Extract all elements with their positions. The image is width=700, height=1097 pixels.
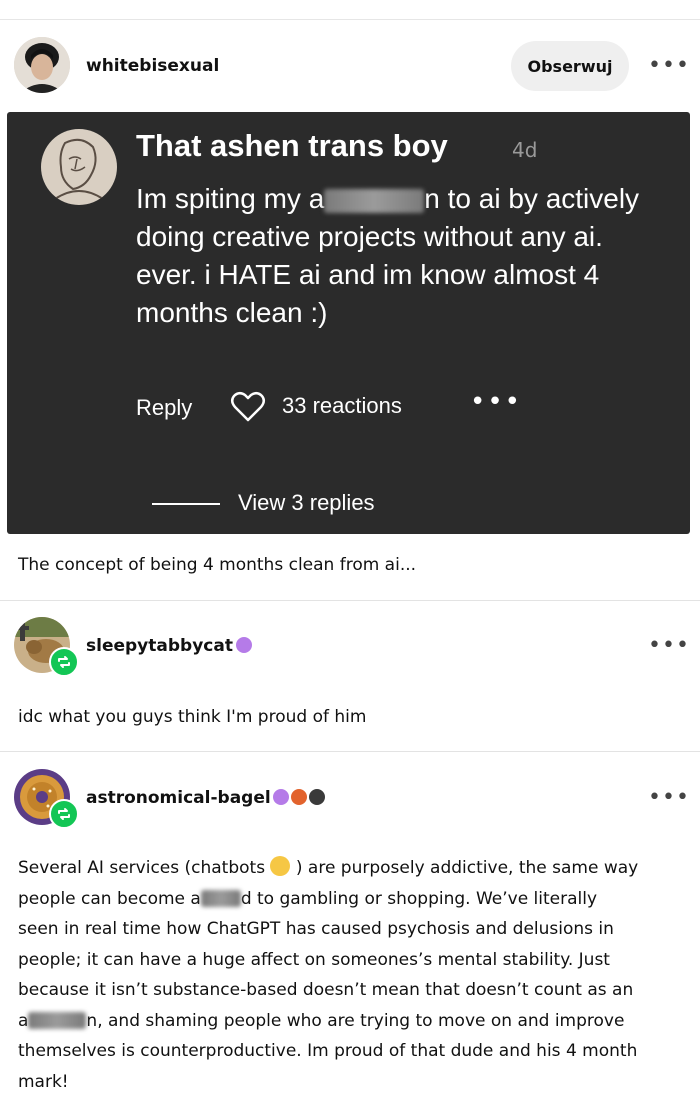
badge-icon: [236, 637, 252, 653]
heart-icon: [230, 391, 266, 427]
reblog-icon: [49, 647, 79, 677]
reblog-username[interactable]: astronomical-bagel: [86, 788, 271, 808]
text-line: a: [18, 1011, 28, 1031]
reblog-divider: [0, 751, 700, 752]
text-line: seen in real time how ChatGPT has caused…: [18, 914, 688, 945]
text-line: n, and shaming people who are trying to …: [86, 1011, 624, 1031]
card-text-part1: Im spiting my a: [136, 183, 324, 214]
text-line: mark!: [18, 1067, 688, 1097]
badge-icon: [291, 789, 307, 805]
badge-icon: [309, 789, 325, 805]
user-badges: [236, 637, 252, 653]
text-line: themselves is counterproductive. Im prou…: [18, 1036, 688, 1067]
text-line: d to gambling or shopping. We’ve literal…: [241, 889, 597, 909]
badge-icon: [273, 789, 289, 805]
text-line: people; it can have a huge affect on som…: [18, 945, 688, 976]
user-badges: [273, 789, 325, 805]
top-divider: [0, 19, 700, 20]
card-post-text: Im spiting my an to ai by actively doing…: [136, 180, 656, 332]
card-view-replies: View 3 replies: [238, 490, 375, 516]
censored-word-blur: [324, 189, 424, 213]
censored-word-blur: [28, 1012, 86, 1029]
text-line: Several AI services (chatbots: [18, 858, 265, 878]
text-line: ) are purposely addictive, the same way: [296, 858, 638, 878]
post-username[interactable]: whitebisexual: [86, 56, 219, 76]
card-reply-label: Reply: [136, 395, 192, 421]
flushed-emoji-icon: [270, 856, 290, 876]
card-replies-line: [152, 503, 220, 505]
reblog-more-icon[interactable]: •••: [648, 641, 690, 651]
reblog-divider: [0, 600, 700, 601]
reblog-text: idc what you guys think I'm proud of him: [18, 702, 366, 733]
text-line: people can become a: [18, 889, 201, 909]
follow-button[interactable]: Obserwuj: [511, 41, 629, 91]
avatar-whitebisexual[interactable]: [14, 37, 70, 93]
card-reactions-count: 33 reactions: [282, 393, 402, 419]
post-more-icon[interactable]: •••: [648, 61, 690, 71]
card-more-icon: •••: [470, 392, 522, 412]
post-caption: The concept of being 4 months clean from…: [18, 555, 416, 575]
reblog-username[interactable]: sleepytabbycat: [86, 636, 233, 656]
card-avatar: [41, 129, 117, 205]
reblog-icon: [49, 799, 79, 829]
reblog-more-icon[interactable]: •••: [648, 793, 690, 803]
censored-word-blur: [201, 890, 241, 907]
card-age: 4d: [512, 138, 537, 162]
reblog-long-text: Several AI services (chatbots ) are purp…: [18, 853, 688, 1097]
card-username: That ashen trans boy: [136, 128, 448, 164]
text-line: because it isn’t substance-based doesn’t…: [18, 975, 688, 1006]
